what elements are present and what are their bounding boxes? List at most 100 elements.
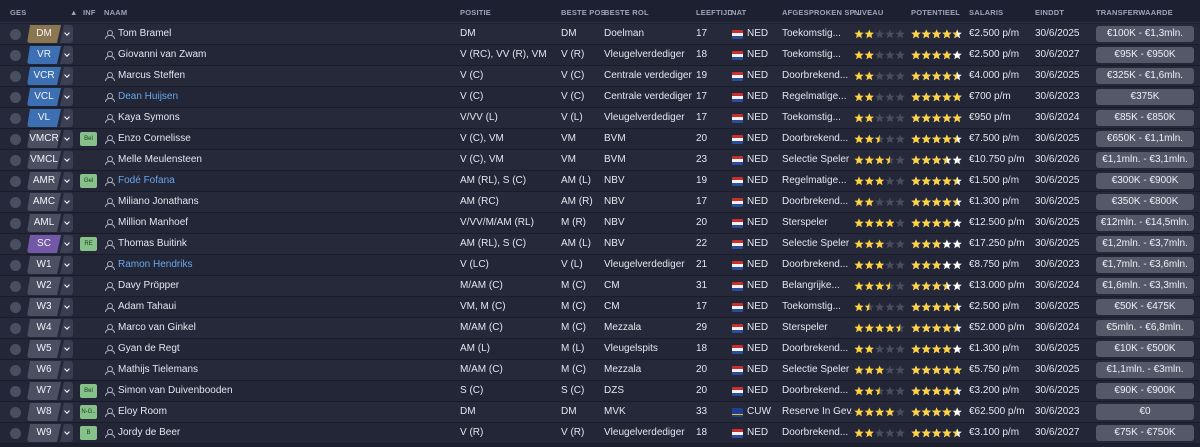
select-checkbox[interactable] <box>10 344 21 355</box>
table-row[interactable]: W9 B Jordy de Beer V (R) V (R) Vleugelverdedi… <box>0 423 1200 444</box>
chevron-down-icon[interactable] <box>60 277 73 295</box>
table-row[interactable]: W3 Adam Tahaui VM, M (C) M (C) CM 17 NED Toekom… <box>0 297 1200 318</box>
table-row[interactable]: VMCL Melle Meulensteen V (C), VM VM BVM 23 NED… <box>0 150 1200 171</box>
position-selector[interactable]: VCR <box>27 67 73 85</box>
select-checkbox[interactable] <box>10 176 21 187</box>
table-row[interactable]: W8 N-G.. Eloy Room DM DM MVK 33 CUW Reserve In G… <box>0 402 1200 423</box>
position-selector[interactable]: W9 <box>27 424 73 442</box>
player-name[interactable]: Enzo Cornelisse <box>118 129 448 149</box>
chevron-down-icon[interactable] <box>60 130 73 148</box>
position-selector[interactable]: DM <box>27 25 73 43</box>
column-header-beste_pos[interactable]: BESTE POS <box>561 8 606 17</box>
position-selector[interactable]: VMCL <box>27 151 73 169</box>
select-checkbox[interactable] <box>10 113 21 124</box>
player-name[interactable]: Miliano Jonathans <box>118 192 448 212</box>
chevron-down-icon[interactable] <box>60 319 73 337</box>
position-selector[interactable]: VR <box>27 46 73 64</box>
player-name[interactable]: Dean Huijsen <box>118 87 448 107</box>
player-name[interactable]: Ramon Hendriks <box>118 255 448 275</box>
position-selector[interactable]: AML <box>27 214 73 232</box>
select-checkbox[interactable] <box>10 365 21 376</box>
table-row[interactable]: W1 Ramon Hendriks V (LC) V (L) Vleugelverded… <box>0 255 1200 276</box>
table-row[interactable]: AML Million Manhoef V/VV/M/AM (RL) M (R) NBV… <box>0 213 1200 234</box>
table-row[interactable]: VCR Marcus Steffen V (C) V (C) Centrale verd… <box>0 66 1200 87</box>
position-selector[interactable]: W3 <box>27 298 73 316</box>
table-row[interactable]: VL Kaya Symons V/VV (L) V (L) Vleugelverdedi… <box>0 108 1200 129</box>
player-name[interactable]: Thomas Buitink <box>118 234 448 254</box>
column-header-niveau[interactable]: NIVEAU <box>854 8 884 17</box>
chevron-down-icon[interactable] <box>60 46 73 64</box>
chevron-down-icon[interactable] <box>60 361 73 379</box>
chevron-down-icon[interactable] <box>60 109 73 127</box>
table-row[interactable]: DM Tom Bramel DM DM Doelman 17 NED Toekomstig..… <box>0 24 1200 45</box>
chevron-down-icon[interactable] <box>60 382 73 400</box>
player-name[interactable]: Melle Meulensteen <box>118 150 448 170</box>
table-row[interactable]: W4 Marco van Ginkel M/AM (C) M (C) Mezzala 29… <box>0 318 1200 339</box>
select-checkbox[interactable] <box>10 260 21 271</box>
column-header-salaris[interactable]: SALARIS <box>969 8 1003 17</box>
table-row[interactable]: W5 Gyan de Regt AM (L) M (L) Vleugelspits 18 N… <box>0 339 1200 360</box>
column-header-transferwaarde[interactable]: TRANSFERWAARDE <box>1096 8 1173 17</box>
chevron-down-icon[interactable] <box>60 214 73 232</box>
player-name[interactable]: Simon van Duivenbooden <box>118 381 448 401</box>
table-row[interactable]: W2 Davy Pröpper M/AM (C) M (C) CM 31 NED Belang… <box>0 276 1200 297</box>
player-name[interactable]: Davy Pröpper <box>118 276 448 296</box>
select-checkbox[interactable] <box>10 155 21 166</box>
position-selector[interactable]: W5 <box>27 340 73 358</box>
table-row[interactable]: AMC Miliano Jonathans AM (RC) AM (R) NBV 17 NE… <box>0 192 1200 213</box>
select-checkbox[interactable] <box>10 281 21 292</box>
player-name[interactable]: Fodé Fofana <box>118 171 448 191</box>
select-checkbox[interactable] <box>10 302 21 313</box>
select-checkbox[interactable] <box>10 218 21 229</box>
position-selector[interactable]: W4 <box>27 319 73 337</box>
position-selector[interactable]: W6 <box>27 361 73 379</box>
select-checkbox[interactable] <box>10 50 21 61</box>
select-checkbox[interactable] <box>10 134 21 145</box>
column-header-afgesproken[interactable]: AFGESPROKEN SP... <box>782 8 861 17</box>
select-checkbox[interactable] <box>10 197 21 208</box>
player-name[interactable]: Million Manhoef <box>118 213 448 233</box>
chevron-down-icon[interactable] <box>60 340 73 358</box>
position-selector[interactable]: W7 <box>27 382 73 400</box>
chevron-down-icon[interactable] <box>60 25 73 43</box>
select-checkbox[interactable] <box>10 239 21 250</box>
select-checkbox[interactable] <box>10 407 21 418</box>
table-row[interactable]: W7 Bel Simon van Duivenbooden S (C) S (C) DZS… <box>0 381 1200 402</box>
player-name[interactable]: Tom Bramel <box>118 24 448 44</box>
player-name[interactable]: Marco van Ginkel <box>118 318 448 338</box>
select-checkbox[interactable] <box>10 92 21 103</box>
select-checkbox[interactable] <box>10 428 21 439</box>
column-header-naam[interactable]: NAAM <box>104 8 127 17</box>
chevron-down-icon[interactable] <box>60 193 73 211</box>
chevron-down-icon[interactable] <box>60 88 73 106</box>
column-header-ges[interactable]: GES <box>10 8 26 17</box>
chevron-down-icon[interactable] <box>60 403 73 421</box>
position-selector[interactable]: W1 <box>27 256 73 274</box>
position-selector[interactable]: AMC <box>27 193 73 211</box>
chevron-down-icon[interactable] <box>60 67 73 85</box>
column-header-beste_rol[interactable]: BESTE ROL <box>604 8 649 17</box>
chevron-down-icon[interactable] <box>60 235 73 253</box>
column-header-leeftijd[interactable]: LEEFTIJD <box>696 8 733 17</box>
chevron-down-icon[interactable] <box>60 151 73 169</box>
chevron-down-icon[interactable] <box>60 298 73 316</box>
position-selector[interactable]: W2 <box>27 277 73 295</box>
player-name[interactable]: Jordy de Beer <box>118 423 448 443</box>
player-name[interactable]: Mathijs Tielemans <box>118 360 448 380</box>
column-header-potentieel[interactable]: POTENTIEEL <box>911 8 960 17</box>
position-selector[interactable]: SC <box>27 235 73 253</box>
table-row[interactable]: SC RE Thomas Buitink AM (RL), S (C) AM (L) NB… <box>0 234 1200 255</box>
player-name[interactable]: Adam Tahaui <box>118 297 448 317</box>
position-selector[interactable]: VCL <box>27 88 73 106</box>
table-row[interactable]: VMCR Bel Enzo Cornelisse V (C), VM VM BVM 20 NE… <box>0 129 1200 150</box>
column-header-sort[interactable]: ▲ <box>70 8 78 17</box>
select-checkbox[interactable] <box>10 386 21 397</box>
select-checkbox[interactable] <box>10 323 21 334</box>
position-selector[interactable]: AMR <box>27 172 73 190</box>
table-row[interactable]: AMR Gel Fodé Fofana AM (RL), S (C) AM (L) NBV… <box>0 171 1200 192</box>
player-name[interactable]: Kaya Symons <box>118 108 448 128</box>
chevron-down-icon[interactable] <box>60 424 73 442</box>
select-checkbox[interactable] <box>10 29 21 40</box>
player-name[interactable]: Eloy Room <box>118 402 448 422</box>
player-name[interactable]: Gyan de Regt <box>118 339 448 359</box>
